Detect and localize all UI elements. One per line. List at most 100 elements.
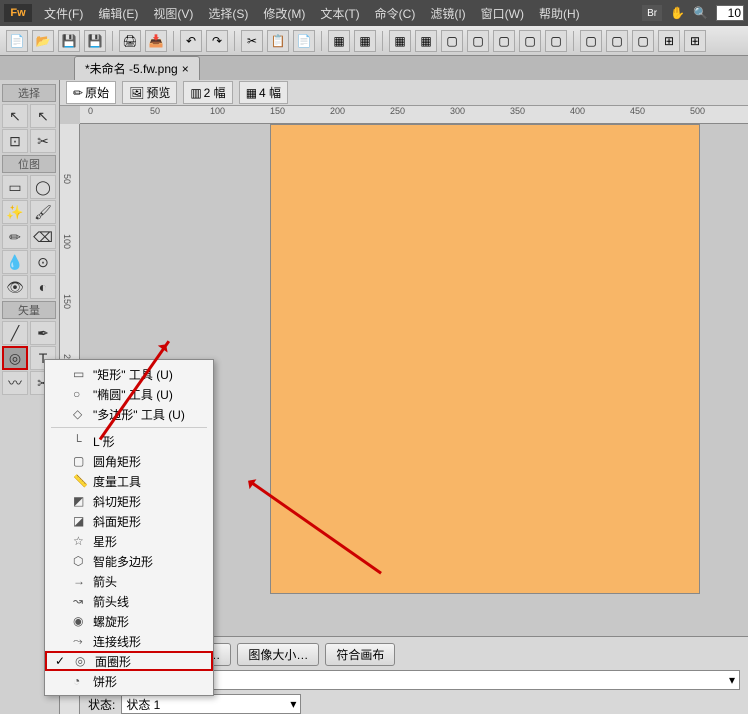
shape-tool[interactable]: ◎: [2, 346, 28, 370]
hand-icon[interactable]: ✋: [670, 6, 685, 20]
subselect-tool[interactable]: ↖: [30, 104, 56, 128]
tool-g[interactable]: ▢: [493, 30, 515, 52]
pencil-tool[interactable]: ✏: [2, 225, 28, 249]
import-button[interactable]: 📥: [145, 30, 167, 52]
menu-edit[interactable]: 编辑(E): [92, 3, 144, 24]
flyout-l-shape[interactable]: └L 形: [45, 431, 213, 451]
cut-button[interactable]: ✂: [241, 30, 263, 52]
menu-text[interactable]: 文本(T): [314, 3, 365, 24]
brush-tool[interactable]: 🖌: [30, 200, 56, 224]
app-logo: Fw: [4, 4, 32, 22]
paste-button[interactable]: 📄: [293, 30, 315, 52]
flyout-arrow-line[interactable]: ↝箭头线: [45, 591, 213, 611]
view-preview[interactable]: 🖼预览: [122, 81, 177, 104]
flyout-rounded-rect[interactable]: ▢圆角矩形: [45, 451, 213, 471]
tab-label: *未命名 -5.fw.png: [85, 60, 178, 77]
zoom-input[interactable]: 10: [716, 5, 744, 21]
flyout-pie[interactable]: ◔饼形: [45, 671, 213, 691]
tool-n[interactable]: ⊞: [684, 30, 706, 52]
wand-tool[interactable]: ✨: [2, 200, 28, 224]
separator: [573, 31, 574, 51]
bridge-button[interactable]: Br: [642, 5, 662, 21]
tool-m[interactable]: ⊞: [658, 30, 680, 52]
menu-window[interactable]: 窗口(W): [475, 3, 530, 24]
scale-tool[interactable]: ⊡: [2, 129, 28, 153]
star-icon: ☆: [73, 534, 87, 548]
menu-view[interactable]: 视图(V): [147, 3, 199, 24]
tool-d[interactable]: ▦: [415, 30, 437, 52]
arrow-line-icon: ↝: [73, 594, 87, 608]
menu-command[interactable]: 命令(C): [369, 3, 422, 24]
state-label: 状态:: [88, 696, 115, 713]
flyout-spiral[interactable]: ◉螺旋形: [45, 611, 213, 631]
marquee-tool[interactable]: ▭: [2, 175, 28, 199]
tool-section-vector: 矢量: [2, 301, 56, 319]
new-button[interactable]: 📄: [6, 30, 28, 52]
view-4up[interactable]: ▦4 幅: [239, 81, 288, 104]
tool-f[interactable]: ▢: [467, 30, 489, 52]
tool-l[interactable]: ▢: [632, 30, 654, 52]
tool-e[interactable]: ▢: [441, 30, 463, 52]
image-size-button[interactable]: 图像大小…: [237, 643, 319, 666]
check-icon: ✓: [55, 654, 65, 668]
shape-tool-flyout: ▭"矩形" 工具 (U) ○"椭圆" 工具 (U) ◇"多边形" 工具 (U) …: [44, 359, 214, 696]
donut-icon: ◎: [75, 654, 89, 668]
flyout-star[interactable]: ☆星形: [45, 531, 213, 551]
pointer-tool[interactable]: ↖: [2, 104, 28, 128]
save-button[interactable]: 💾: [58, 30, 80, 52]
print-button[interactable]: 🖨: [119, 30, 141, 52]
title-bar: Fw 文件(F) 编辑(E) 视图(V) 选择(S) 修改(M) 文本(T) 命…: [0, 0, 748, 26]
state-select[interactable]: 状态 1▾: [121, 694, 301, 714]
pie-icon: ◔: [73, 674, 87, 688]
flyout-measure[interactable]: 📏度量工具: [45, 471, 213, 491]
separator: [112, 31, 113, 51]
menu-help[interactable]: 帮助(H): [533, 3, 586, 24]
replace-tool[interactable]: ◐: [30, 275, 56, 299]
pen-tool[interactable]: ✒: [30, 321, 56, 345]
document-tab[interactable]: *未命名 -5.fw.png ×: [74, 56, 200, 80]
menu-select[interactable]: 选择(S): [202, 3, 254, 24]
blur-tool[interactable]: 💧: [2, 250, 28, 274]
tool-c[interactable]: ▦: [389, 30, 411, 52]
view-original[interactable]: ✏原始: [66, 81, 116, 104]
tool-i[interactable]: ▢: [545, 30, 567, 52]
tool-h[interactable]: ▢: [519, 30, 541, 52]
search-icon[interactable]: 🔍: [693, 6, 708, 20]
crop-tool[interactable]: ✂: [30, 129, 56, 153]
tool-section-bitmap: 位图: [2, 155, 56, 173]
flyout-rectangle[interactable]: ▭"矩形" 工具 (U): [45, 364, 213, 384]
flyout-polygon[interactable]: ◇"多边形" 工具 (U): [45, 404, 213, 424]
menu-filter[interactable]: 滤镜(I): [424, 3, 471, 24]
redeye-tool[interactable]: 👁: [2, 275, 28, 299]
save-as-button[interactable]: 💾: [84, 30, 106, 52]
flyout-smart-polygon[interactable]: ⬡智能多边形: [45, 551, 213, 571]
flyout-arrow[interactable]: →箭头: [45, 571, 213, 591]
tool-k[interactable]: ▢: [606, 30, 628, 52]
ellipse-icon: ○: [73, 387, 87, 401]
stamp-tool[interactable]: ⊙: [30, 250, 56, 274]
open-button[interactable]: 📂: [32, 30, 54, 52]
line-tool[interactable]: ╱: [2, 321, 28, 345]
flyout-bevel-rect[interactable]: ◩斜切矩形: [45, 491, 213, 511]
tab-close-icon[interactable]: ×: [182, 62, 189, 76]
canvas[interactable]: [270, 124, 700, 594]
redo-button[interactable]: ↷: [206, 30, 228, 52]
separator: [173, 31, 174, 51]
eraser-tool[interactable]: ⌫: [30, 225, 56, 249]
rounded-rect-icon: ▢: [73, 454, 87, 468]
view-2up[interactable]: ▥2 幅: [183, 81, 232, 104]
menu-file[interactable]: 文件(F): [38, 3, 89, 24]
flyout-connector[interactable]: ⤳连接线形: [45, 631, 213, 651]
lasso-tool[interactable]: ◯: [30, 175, 56, 199]
flyout-donut[interactable]: ✓◎面圈形: [45, 651, 213, 671]
freeform-tool[interactable]: 〰: [2, 371, 28, 395]
copy-button[interactable]: 📋: [267, 30, 289, 52]
flyout-chamfer-rect[interactable]: ◪斜面矩形: [45, 511, 213, 531]
undo-button[interactable]: ↶: [180, 30, 202, 52]
tool-a[interactable]: ▦: [328, 30, 350, 52]
action-toolbar: 📄 📂 💾 💾 🖨 📥 ↶ ↷ ✂ 📋 📄 ▦ ▦ ▦ ▦ ▢ ▢ ▢ ▢ ▢ …: [0, 26, 748, 56]
fit-canvas-button[interactable]: 符合画布: [325, 643, 395, 666]
tool-b[interactable]: ▦: [354, 30, 376, 52]
tool-j[interactable]: ▢: [580, 30, 602, 52]
menu-modify[interactable]: 修改(M): [257, 3, 311, 24]
